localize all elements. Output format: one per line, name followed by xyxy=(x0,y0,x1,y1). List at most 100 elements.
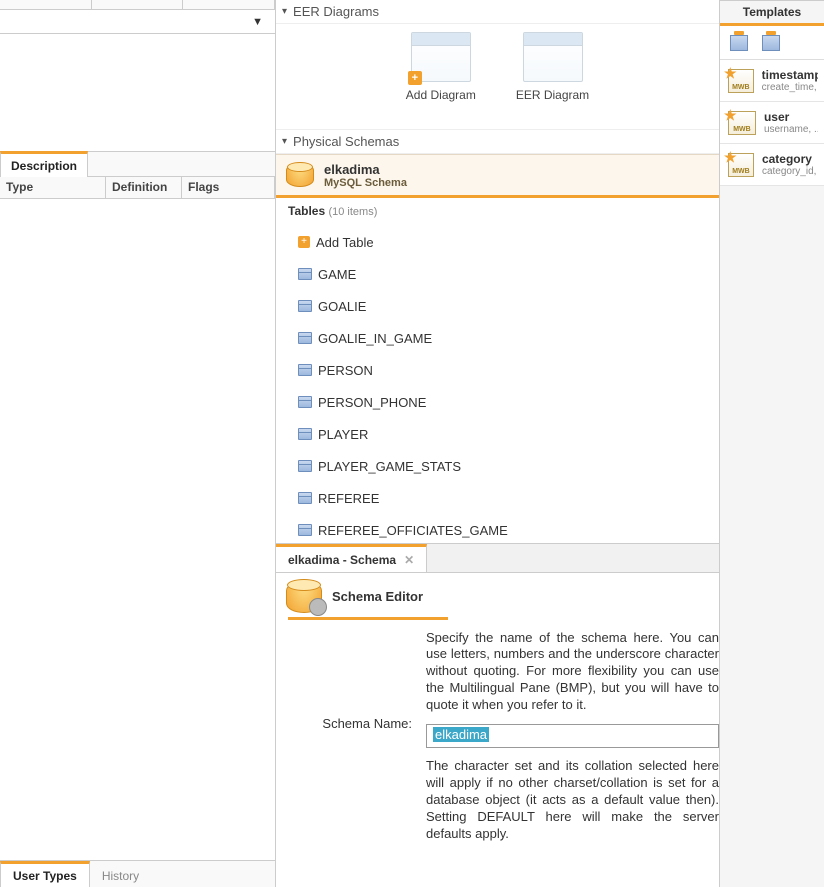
charset-help: The character set and its collation sele… xyxy=(426,758,719,842)
schema-editor-icon xyxy=(286,581,322,613)
table-row[interactable]: PERSON_PHONE xyxy=(276,386,719,418)
editor-tab-label: elkadima - Schema xyxy=(288,553,396,567)
tab-description[interactable]: Description xyxy=(0,151,88,177)
template-item[interactable]: MWB categorycategory_id, ... xyxy=(720,144,824,186)
mwb-icon: MWB xyxy=(728,153,754,177)
table-name: PERSON_PHONE xyxy=(318,395,426,410)
template-title: timestamps xyxy=(762,68,818,82)
types-grid-header: Type Definition Flags xyxy=(0,177,275,199)
schema-header-text: elkadima MySQL Schema xyxy=(324,162,407,189)
tab-history[interactable]: History xyxy=(90,864,151,887)
schema-subtitle: MySQL Schema xyxy=(324,177,407,189)
template-title: user xyxy=(764,110,818,124)
table-name: PLAYER_GAME_STATS xyxy=(318,459,461,474)
table-row[interactable]: REFEREE_OFFICIATES_GAME xyxy=(276,514,719,543)
object-info-area xyxy=(0,34,275,152)
chevron-down-icon: ▾ xyxy=(282,6,287,17)
diagrams-row: Add Diagram EER Diagram xyxy=(276,24,719,130)
object-selector-dropdown[interactable]: ▼ xyxy=(0,10,275,34)
table-icon xyxy=(298,268,312,280)
table-icon xyxy=(298,524,312,536)
schema-name-help: Specify the name of the schema here. You… xyxy=(426,630,719,714)
table-icon xyxy=(298,396,312,408)
templates-header: Templates xyxy=(720,0,824,26)
editor-tab[interactable]: elkadima - Schema ✕ xyxy=(276,544,427,572)
chevron-down-icon: ▾ xyxy=(282,136,287,147)
eer-diagram-icon xyxy=(523,32,583,82)
table-icon xyxy=(298,428,312,440)
schema-editor: Schema Editor Schema Name: Specify the n… xyxy=(276,573,719,887)
table-name: GOALIE_IN_GAME xyxy=(318,331,432,346)
table-row[interactable]: PLAYER_GAME_STATS xyxy=(276,450,719,482)
schema-name-value: elkadima xyxy=(433,727,489,742)
physical-schemas-header[interactable]: ▾ Physical Schemas xyxy=(276,130,719,154)
table-row[interactable]: PLAYER xyxy=(276,418,719,450)
template-subtitle: create_time, ... xyxy=(762,82,818,93)
eer-header-label: EER Diagrams xyxy=(293,4,379,19)
schema-name-input[interactable]: elkadima xyxy=(426,724,719,748)
tab-user-types[interactable]: User Types xyxy=(0,861,90,887)
mwb-icon: MWB xyxy=(728,111,756,135)
template-item[interactable]: MWB timestampscreate_time, ... xyxy=(720,60,824,102)
editor-title: Schema Editor xyxy=(332,589,423,604)
table-row[interactable]: GAME xyxy=(276,258,719,290)
table-row[interactable]: GOALIE xyxy=(276,290,719,322)
mwb-icon: MWB xyxy=(728,69,754,93)
app-root: ▼ Description Type Definition Flags User… xyxy=(0,0,824,887)
table-name: PLAYER xyxy=(318,427,368,442)
left-panel: ▼ Description Type Definition Flags User… xyxy=(0,0,276,887)
templates-toolbar xyxy=(720,26,824,60)
schema-name-label: Schema Name: xyxy=(276,630,416,843)
left-toolbar xyxy=(0,0,275,10)
table-icon xyxy=(298,332,312,344)
table-row[interactable]: PERSON xyxy=(276,354,719,386)
editor-body: Schema Name: Specify the name of the sch… xyxy=(276,620,719,843)
database-icon xyxy=(286,163,314,187)
tables-header[interactable]: Tables (10 items) xyxy=(276,198,719,224)
template-icon[interactable] xyxy=(762,35,780,51)
table-icon xyxy=(298,300,312,312)
close-icon[interactable]: ✕ xyxy=(404,553,414,567)
chevron-down-icon: ▼ xyxy=(252,16,263,28)
editor-header: Schema Editor xyxy=(276,573,719,617)
table-name: PERSON xyxy=(318,363,373,378)
table-name: REFEREE xyxy=(318,491,379,506)
table-name: GAME xyxy=(318,267,356,282)
col-type[interactable]: Type xyxy=(0,177,106,198)
table-icon xyxy=(298,460,312,472)
add-diagram-label: Add Diagram xyxy=(406,88,476,102)
add-table-row[interactable]: + Add Table xyxy=(276,226,719,258)
add-table-label: Add Table xyxy=(316,235,374,250)
left-info-tabs: Description xyxy=(0,152,275,177)
template-subtitle: category_id, ... xyxy=(762,166,818,177)
new-template-icon[interactable] xyxy=(730,35,748,51)
eer-diagram-label: EER Diagram xyxy=(516,88,589,102)
table-icon xyxy=(298,492,312,504)
eer-diagrams-header[interactable]: ▾ EER Diagrams xyxy=(276,0,719,24)
template-item[interactable]: MWB userusername, ... xyxy=(720,102,824,144)
phys-header-label: Physical Schemas xyxy=(293,134,399,149)
left-bottom-tabs: User Types History xyxy=(0,860,275,887)
templates-panel: Templates MWB timestampscreate_time, ...… xyxy=(720,0,824,887)
schema-header[interactable]: elkadima MySQL Schema xyxy=(276,154,719,198)
add-diagram-icon xyxy=(411,32,471,82)
table-row[interactable]: REFEREE xyxy=(276,482,719,514)
schema-name: elkadima xyxy=(324,162,407,177)
add-diagram-item[interactable]: Add Diagram xyxy=(406,32,476,121)
col-definition[interactable]: Definition xyxy=(106,177,182,198)
types-grid-body[interactable] xyxy=(0,199,275,860)
template-title: category xyxy=(762,152,818,166)
table-row[interactable]: GOALIE_IN_GAME xyxy=(276,322,719,354)
editor-tab-bar: elkadima - Schema ✕ xyxy=(276,543,719,573)
plus-icon: + xyxy=(298,236,310,248)
col-flags[interactable]: Flags xyxy=(182,177,275,198)
eer-diagram-item[interactable]: EER Diagram xyxy=(516,32,589,121)
tables-tree: + Add Table GAME GOALIE GOALIE_IN_GAME P… xyxy=(276,224,719,543)
tables-count: (10 items) xyxy=(328,206,377,218)
center-panel: ▾ EER Diagrams Add Diagram EER Diagram ▾… xyxy=(276,0,720,887)
tables-label: Tables xyxy=(288,204,325,218)
table-icon xyxy=(298,364,312,376)
table-name: REFEREE_OFFICIATES_GAME xyxy=(318,523,508,538)
table-name: GOALIE xyxy=(318,299,366,314)
template-subtitle: username, ... xyxy=(764,124,818,135)
